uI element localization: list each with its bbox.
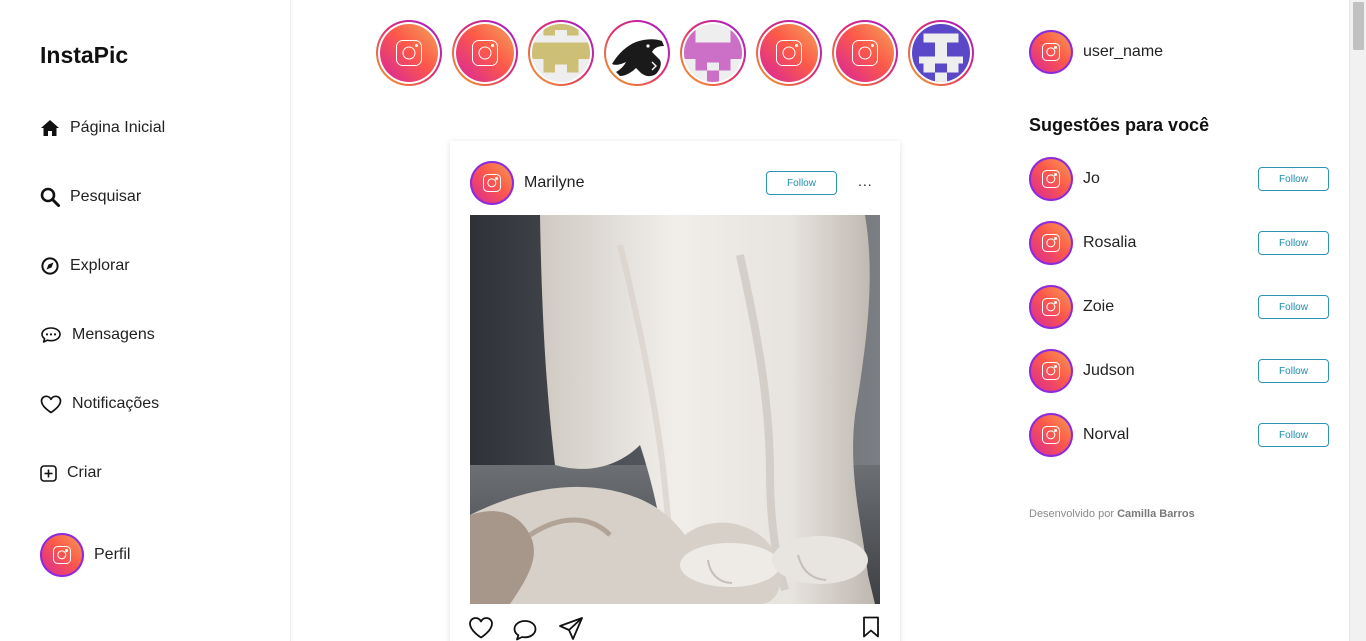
suggestion-name[interactable]: Zoie [1083, 298, 1114, 316]
suggestion-item: Rosalia Follow [1029, 221, 1329, 265]
suggestion-follow-button[interactable]: Follow [1258, 167, 1329, 191]
post-header: Marilyne Follow ... [470, 161, 880, 205]
nav-item-label: Pesquisar [70, 188, 142, 205]
instagram-icon [1042, 298, 1060, 316]
suggestion-name[interactable]: Norval [1083, 426, 1129, 444]
nav-item-home[interactable]: Página Inicial [40, 118, 165, 138]
post-follow-button[interactable]: Follow [766, 171, 837, 195]
story-item[interactable] [908, 20, 974, 86]
instagram-icon [1042, 170, 1060, 188]
nav-item-create[interactable]: Criar [40, 463, 102, 483]
suggestion-item: Norval Follow [1029, 413, 1329, 457]
app-logo[interactable]: InstaPic [40, 42, 128, 69]
nav-item-explore[interactable]: Explorar [40, 256, 130, 276]
suggestion-name[interactable]: Jo [1083, 170, 1100, 188]
suggestion-avatar[interactable] [1029, 157, 1073, 201]
dinosaur-icon [608, 24, 666, 82]
nav-item-notifications[interactable]: Notificações [40, 394, 159, 414]
nav-item-label: Explorar [70, 257, 130, 274]
comment-icon[interactable] [512, 618, 538, 641]
heart-icon [40, 394, 62, 414]
instagram-icon [1042, 362, 1060, 380]
suggestion-follow-button[interactable]: Follow [1258, 359, 1329, 383]
instagram-icon [1042, 234, 1060, 252]
suggestions-title: Sugestões para você [1029, 115, 1210, 135]
footer-credit: Desenvolvido por Camilla Barros [1029, 508, 1195, 520]
instagram-icon [456, 24, 514, 82]
current-user-avatar [1029, 30, 1073, 74]
instagram-icon [760, 24, 818, 82]
suggestion-name[interactable]: Rosalia [1083, 234, 1136, 252]
current-user[interactable]: user_name [1029, 30, 1163, 74]
suggestion-item: Jo Follow [1029, 157, 1329, 201]
instagram-icon [380, 24, 438, 82]
nav-item-label: Notificações [72, 395, 160, 412]
suggestion-follow-button[interactable]: Follow [1258, 423, 1329, 447]
pixel-identicon-blue [912, 24, 970, 82]
suggestion-follow-button[interactable]: Follow [1258, 295, 1329, 319]
nav-item-label: Página Inicial [70, 119, 166, 136]
footer-prefix: Desenvolvido por [1029, 508, 1114, 520]
story-item[interactable] [376, 20, 442, 86]
scrollbar-thumb[interactable] [1353, 2, 1364, 50]
footer-author: Camilla Barros [1117, 508, 1195, 520]
post-actions [468, 616, 880, 641]
post-card: Marilyne Follow ... [450, 141, 900, 641]
story-item[interactable] [528, 20, 594, 86]
stories-bar [376, 20, 974, 86]
compass-icon [40, 256, 60, 276]
avatar [40, 533, 84, 577]
instagram-icon [1042, 426, 1060, 444]
suggestion-name[interactable]: Judson [1083, 362, 1135, 380]
suggestion-avatar[interactable] [1029, 413, 1073, 457]
post-author-avatar[interactable] [470, 161, 514, 205]
story-item[interactable] [604, 20, 670, 86]
story-item[interactable] [680, 20, 746, 86]
suggestion-avatar[interactable] [1029, 221, 1073, 265]
suggestion-avatar[interactable] [1029, 349, 1073, 393]
suggestion-avatar[interactable] [1029, 285, 1073, 329]
home-icon [40, 118, 60, 138]
like-heart-icon[interactable] [468, 616, 494, 641]
post-author-name[interactable]: Marilyne [524, 174, 584, 192]
pixel-identicon-olive [532, 24, 590, 82]
more-options-icon[interactable]: ... [858, 173, 873, 189]
instagram-icon [53, 546, 71, 564]
plus-square-icon [40, 463, 57, 483]
nav-item-profile[interactable]: Perfil [40, 533, 130, 577]
pixel-identicon-pink [684, 24, 742, 82]
instagram-icon [836, 24, 894, 82]
story-item[interactable] [452, 20, 518, 86]
instagram-icon [483, 174, 501, 192]
nav-item-label: Mensagens [72, 326, 155, 343]
sidebar: InstaPic Página Inicial Pesquisar Explor… [0, 0, 291, 641]
share-send-icon[interactable] [558, 616, 584, 641]
suggestion-item: Zoie Follow [1029, 285, 1329, 329]
suggestion-follow-button[interactable]: Follow [1258, 231, 1329, 255]
page-scrollbar[interactable] [1349, 0, 1366, 641]
story-item[interactable] [832, 20, 898, 86]
nav-item-label: Perfil [94, 546, 131, 563]
current-user-name: user_name [1083, 43, 1164, 60]
nav-item-messages[interactable]: Mensagens [40, 325, 155, 345]
bookmark-icon[interactable] [862, 616, 880, 641]
suggestion-item: Judson Follow [1029, 349, 1329, 393]
message-icon [40, 325, 62, 345]
nav-item-search[interactable]: Pesquisar [40, 187, 141, 207]
instagram-icon [1042, 43, 1060, 61]
search-icon [40, 187, 60, 207]
story-item[interactable] [756, 20, 822, 86]
nav-item-label: Criar [67, 464, 102, 481]
white-cat-photo [470, 215, 880, 604]
post-image[interactable] [470, 215, 880, 604]
